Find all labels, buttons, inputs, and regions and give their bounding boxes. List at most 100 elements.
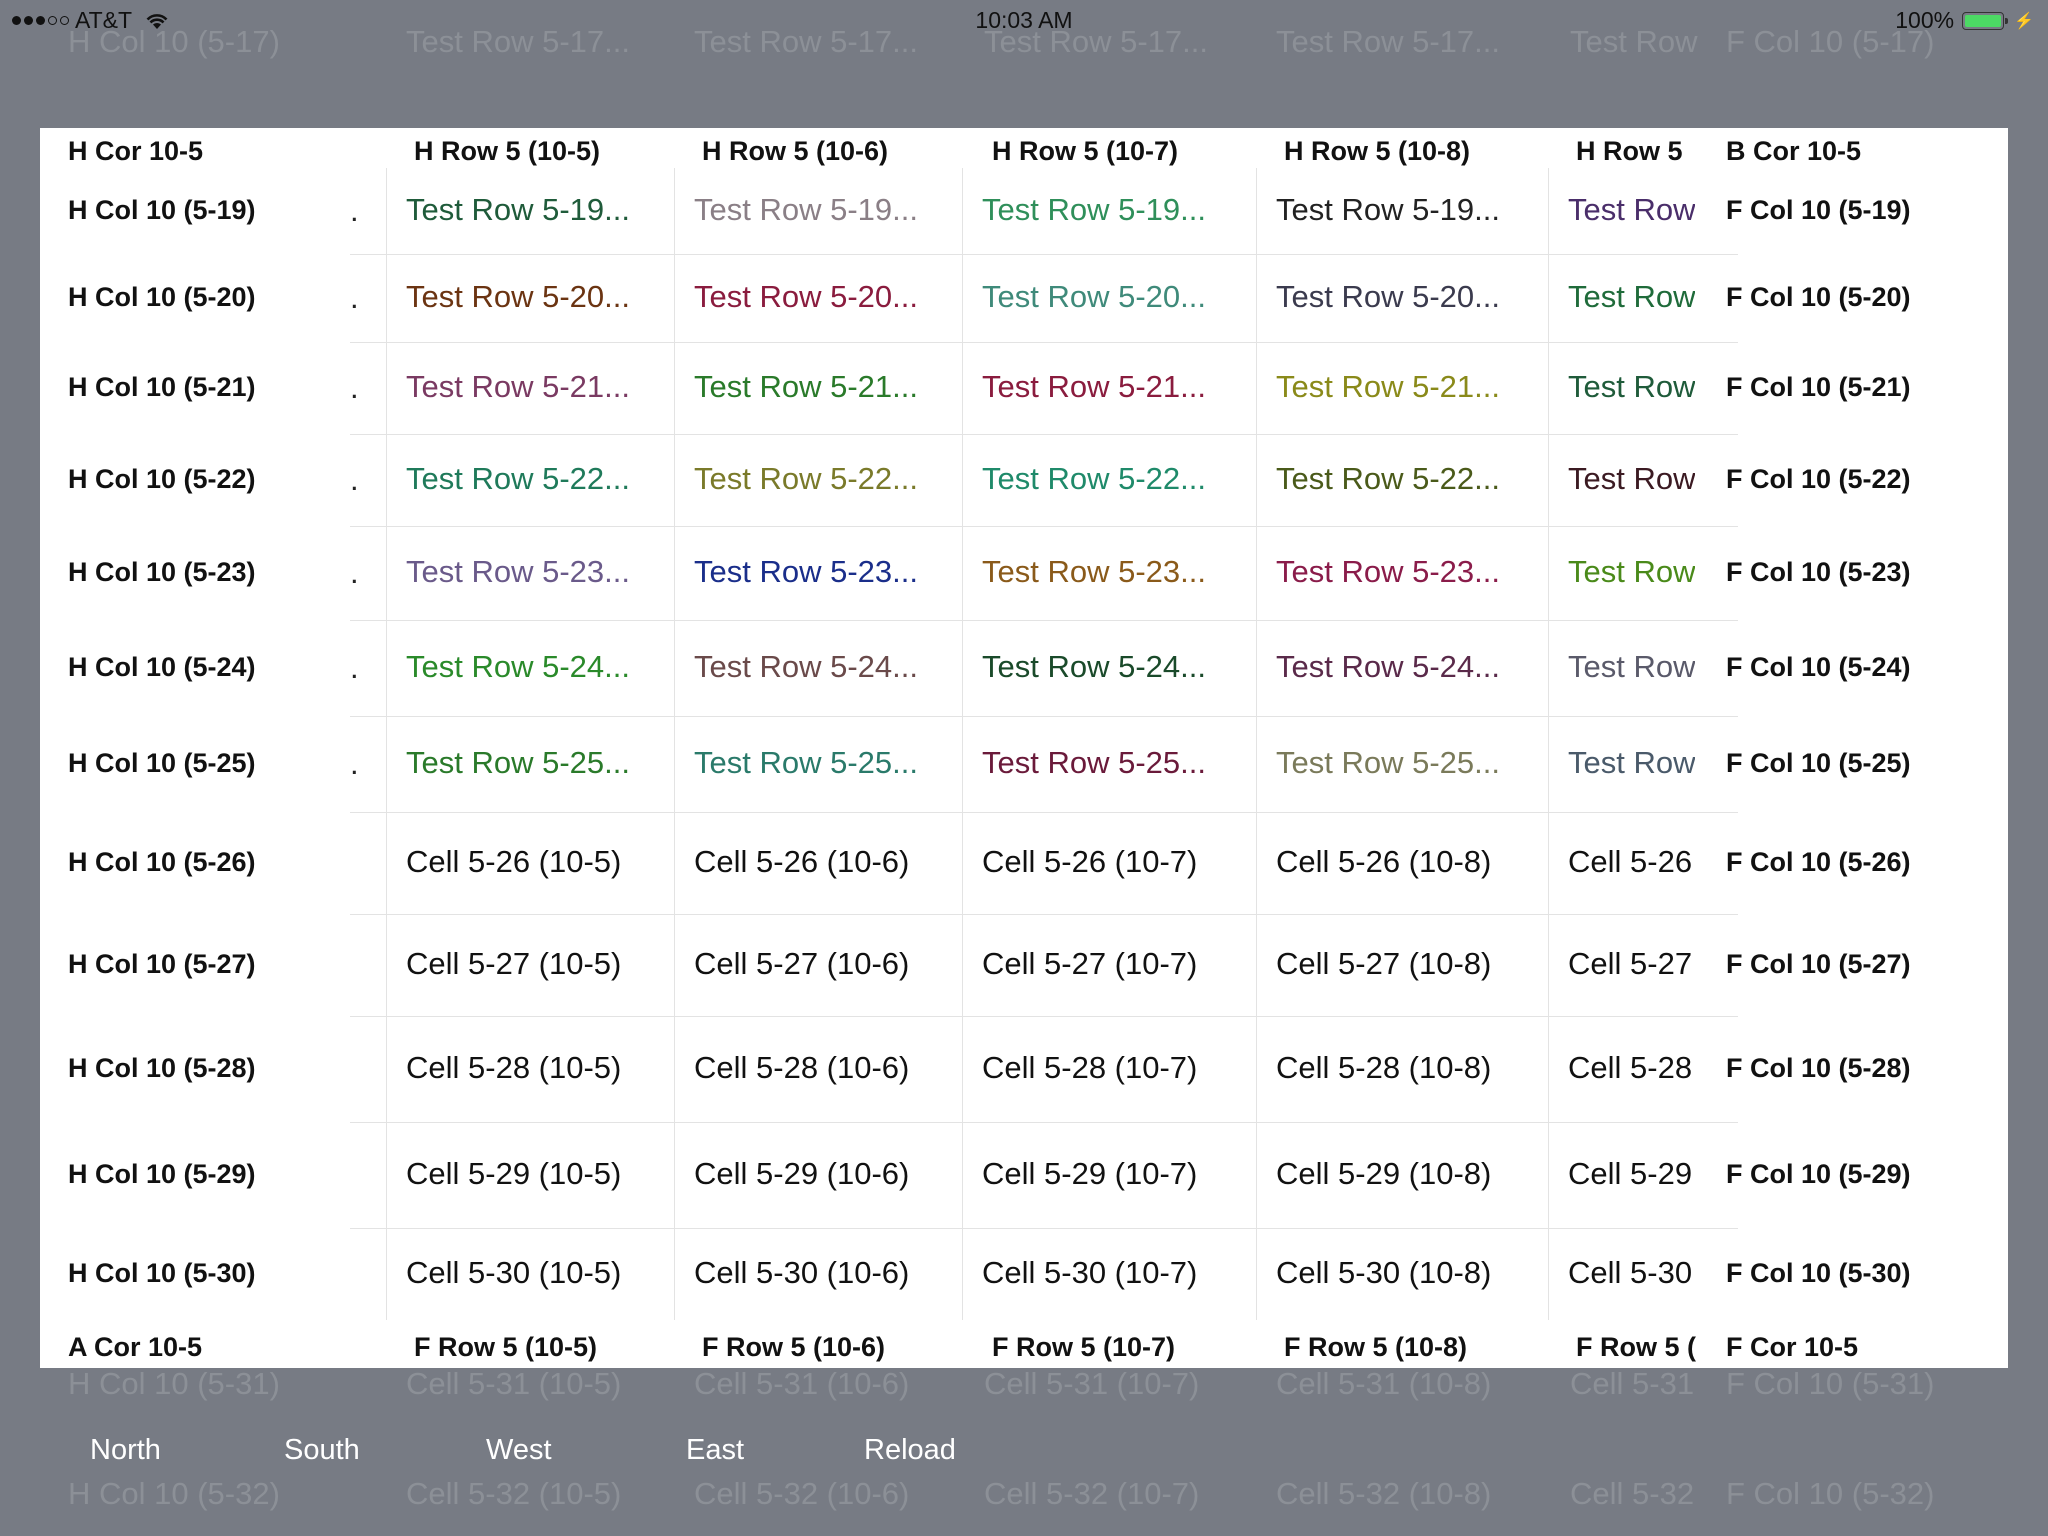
grid-cell[interactable]: Test Row 5-20... <box>1276 279 1500 315</box>
grid-cell[interactable]: Cell 5-29 (10-8) <box>1276 1156 1491 1192</box>
column-footer[interactable]: F Row 5 (10-8) <box>1284 1332 1467 1363</box>
grid-cell[interactable]: Cell 5-29 (10-5) <box>406 1156 621 1192</box>
grid-cell[interactable]: Cell 5-30 (10-5) <box>406 1255 621 1291</box>
west-button[interactable]: West <box>486 1434 552 1467</box>
grid-cell[interactable]: Cell 5-26 <box>1568 844 1692 880</box>
grid-cell[interactable]: Cell 5-30 <box>1568 1255 1692 1291</box>
grid-cell[interactable]: Cell 5-26 (10-6) <box>694 844 909 880</box>
grid-cell[interactable]: Test Row 5-22... <box>694 461 918 497</box>
grid-cell[interactable]: Test Row 5-25... <box>982 745 1206 781</box>
grid-cell[interactable]: Test Row 5-23... <box>694 554 918 590</box>
grid-cell[interactable]: Test Row 5-19... <box>694 192 918 228</box>
grid-cell[interactable]: Test Row 5-24... <box>1276 649 1500 685</box>
grid-cell[interactable]: Test Row 5-21... <box>406 369 630 405</box>
grid-cell[interactable]: Cell 5-26 (10-8) <box>1276 844 1491 880</box>
row-footer[interactable]: F Col 10 (5-29) <box>1726 1159 1911 1190</box>
grid-cell[interactable]: Test Row 5-22... <box>406 461 630 497</box>
grid-cell[interactable]: Test Row 5-21... <box>982 369 1206 405</box>
grid-cell[interactable]: Cell 5-29 (10-7) <box>982 1156 1197 1192</box>
grid-cell[interactable]: Cell 5-29 (10-6) <box>694 1156 909 1192</box>
grid-cell[interactable]: Test Row <box>1568 461 1695 497</box>
grid-cell[interactable]: Test Row 5-22... <box>1276 461 1500 497</box>
column-footer[interactable]: F Row 5 (10-7) <box>992 1332 1175 1363</box>
grid-cell[interactable]: Test Row 5-24... <box>406 649 630 685</box>
grid-cell[interactable]: Cell 5-28 (10-6) <box>694 1050 909 1086</box>
scrollable-cell-area[interactable]: Test Row 5-19... Test Row 5-19... Test Row… <box>350 168 1738 1320</box>
row-footer[interactable]: F Col 10 (5-24) <box>1726 652 1911 683</box>
grid-cell[interactable]: Cell 5-30 (10-6) <box>694 1255 909 1291</box>
grid-cell[interactable]: Cell 5-28 <box>1568 1050 1692 1086</box>
grid-cell[interactable]: Test Row 5-22... <box>982 461 1206 497</box>
row-footer[interactable]: F Col 10 (5-25) <box>1726 748 1911 779</box>
grid-cell[interactable]: Test Row 5-24... <box>694 649 918 685</box>
row-footer[interactable]: F Col 10 (5-27) <box>1726 949 1911 980</box>
row-header[interactable]: H Col 10 (5-25) <box>68 748 256 779</box>
row-footer[interactable]: F Col 10 (5-19) <box>1726 195 1911 226</box>
row-footer[interactable]: F Col 10 (5-23) <box>1726 557 1911 588</box>
column-header[interactable]: H Row 5 (10-8) <box>1284 136 1470 167</box>
grid-cell[interactable]: Cell 5-28 (10-5) <box>406 1050 621 1086</box>
row-header[interactable]: H Col 10 (5-30) <box>68 1258 256 1289</box>
grid-cell[interactable]: Test Row 5-19... <box>982 192 1206 228</box>
grid-panel[interactable]: H Cor 10-5 B Cor 10-5 A Cor 10-5 F Cor 1… <box>40 128 2008 1368</box>
grid-cell[interactable]: Test Row <box>1568 649 1695 685</box>
row-header[interactable]: H Col 10 (5-26) <box>68 847 256 878</box>
grid-cell[interactable]: Test Row <box>1568 192 1695 228</box>
grid-cell[interactable]: Test Row 5-23... <box>1276 554 1500 590</box>
grid-cell[interactable]: Cell 5-30 (10-8) <box>1276 1255 1491 1291</box>
grid-cell[interactable]: Test Row <box>1568 745 1695 781</box>
row-header[interactable]: H Col 10 (5-20) <box>68 282 256 313</box>
grid-cell[interactable]: Cell 5-29 <box>1568 1156 1692 1192</box>
reload-button[interactable]: Reload <box>864 1434 956 1467</box>
grid-cell[interactable]: Cell 5-28 (10-8) <box>1276 1050 1491 1086</box>
east-button[interactable]: East <box>686 1434 744 1467</box>
column-header[interactable]: H Row 5 <box>1576 136 1683 167</box>
grid-cell[interactable]: Cell 5-26 (10-7) <box>982 844 1197 880</box>
grid-cell[interactable]: Test Row 5-21... <box>694 369 918 405</box>
grid-cell[interactable]: Cell 5-27 (10-6) <box>694 946 909 982</box>
row-header[interactable]: H Col 10 (5-19) <box>68 195 256 226</box>
column-footer[interactable]: F Row 5 (10-5) <box>414 1332 597 1363</box>
row-footer[interactable]: F Col 10 (5-21) <box>1726 372 1911 403</box>
grid-cell[interactable]: Test Row 5-25... <box>1276 745 1500 781</box>
row-footer[interactable]: F Col 10 (5-26) <box>1726 847 1911 878</box>
row-header[interactable]: H Col 10 (5-27) <box>68 949 256 980</box>
grid-cell[interactable]: Test Row 5-20... <box>694 279 918 315</box>
row-footer[interactable]: F Col 10 (5-30) <box>1726 1258 1911 1289</box>
row-header[interactable]: H Col 10 (5-28) <box>68 1053 256 1084</box>
grid-cell[interactable]: Test Row 5-24... <box>982 649 1206 685</box>
grid-cell[interactable]: Test Row <box>1568 554 1695 590</box>
grid-cell[interactable]: Cell 5-27 (10-5) <box>406 946 621 982</box>
row-header[interactable]: H Col 10 (5-21) <box>68 372 256 403</box>
grid-cell[interactable]: Test Row <box>1568 369 1695 405</box>
grid-cell[interactable]: Cell 5-28 (10-7) <box>982 1050 1197 1086</box>
grid-cell[interactable]: Test Row 5-19... <box>406 192 630 228</box>
row-header[interactable]: H Col 10 (5-24) <box>68 652 256 683</box>
column-header[interactable]: H Row 5 (10-5) <box>414 136 600 167</box>
row-header[interactable]: H Col 10 (5-22) <box>68 464 256 495</box>
column-header[interactable]: H Row 5 (10-7) <box>992 136 1178 167</box>
column-footer[interactable]: F Row 5 ( <box>1576 1332 1696 1363</box>
column-footer[interactable]: F Row 5 (10-6) <box>702 1332 885 1363</box>
grid-cell[interactable]: Cell 5-30 (10-7) <box>982 1255 1197 1291</box>
grid-cell[interactable]: Test Row <box>1568 279 1695 315</box>
grid-cell[interactable]: Test Row 5-23... <box>982 554 1206 590</box>
grid-cell[interactable]: Test Row 5-20... <box>406 279 630 315</box>
grid-cell[interactable]: Cell 5-27 <box>1568 946 1692 982</box>
column-header[interactable]: H Row 5 (10-6) <box>702 136 888 167</box>
grid-cell[interactable]: Test Row 5-23... <box>406 554 630 590</box>
row-header[interactable]: H Col 10 (5-23) <box>68 557 256 588</box>
grid-cell[interactable]: Cell 5-27 (10-7) <box>982 946 1197 982</box>
grid-cell[interactable]: Cell 5-27 (10-8) <box>1276 946 1491 982</box>
grid-cell[interactable]: Test Row 5-19... <box>1276 192 1500 228</box>
row-header[interactable]: H Col 10 (5-29) <box>68 1159 256 1190</box>
grid-cell[interactable]: Test Row 5-25... <box>406 745 630 781</box>
north-button[interactable]: North <box>90 1434 161 1467</box>
row-footer[interactable]: F Col 10 (5-22) <box>1726 464 1911 495</box>
grid-cell[interactable]: Test Row 5-20... <box>982 279 1206 315</box>
south-button[interactable]: South <box>284 1434 360 1467</box>
grid-cell[interactable]: Test Row 5-25... <box>694 745 918 781</box>
grid-cell[interactable]: Cell 5-26 (10-5) <box>406 844 621 880</box>
row-footer[interactable]: F Col 10 (5-20) <box>1726 282 1911 313</box>
grid-cell[interactable]: Test Row 5-21... <box>1276 369 1500 405</box>
